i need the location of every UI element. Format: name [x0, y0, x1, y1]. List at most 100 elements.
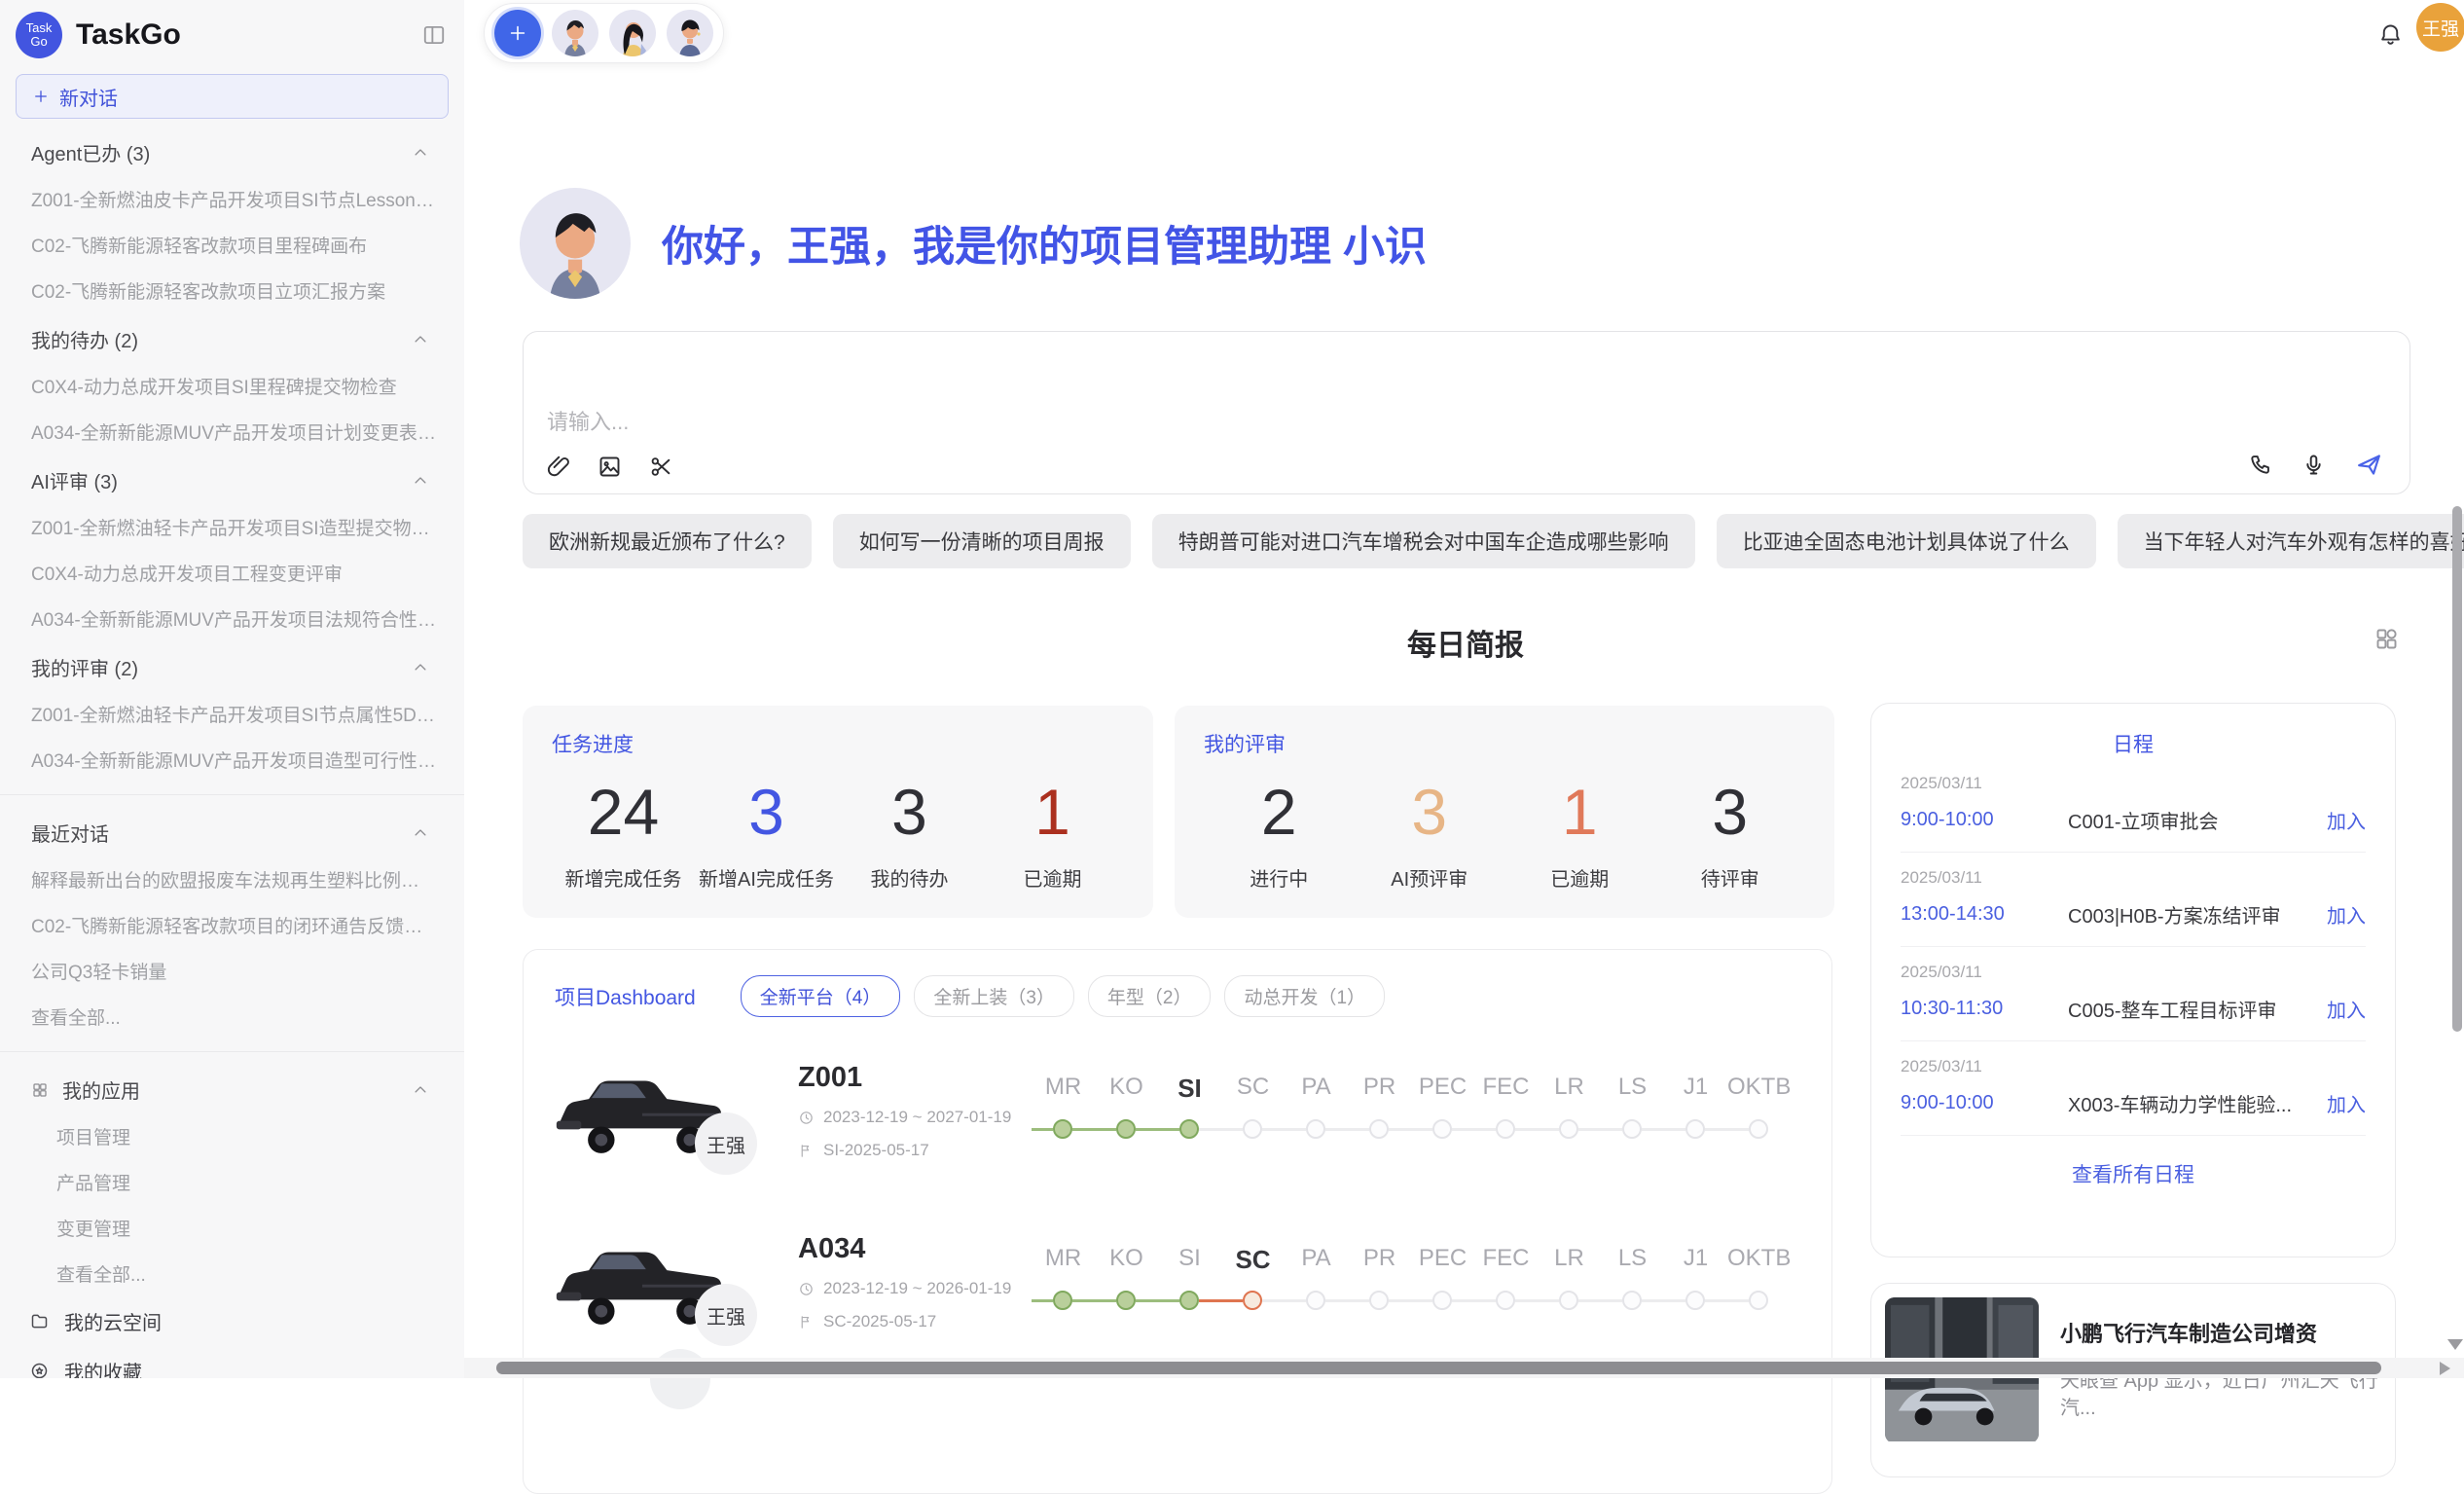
schedule-row: 9:00-10:00X003-车辆动力学性能验...加入 [1901, 1089, 2366, 1117]
recent-chat-item[interactable]: C02-飞腾新能源轻客改款项目的闭环通告反馈情况 [0, 902, 464, 948]
vertical-scrollbar-thumb[interactable] [2452, 506, 2462, 1032]
paperclip-icon[interactable] [545, 454, 571, 480]
scissors-icon[interactable] [648, 454, 674, 480]
project-node-text: SC-2025-05-17 [823, 1312, 936, 1331]
sidebar-section-header[interactable]: AI评审 (3) [0, 455, 464, 504]
milestone-label: KO [1095, 1245, 1158, 1275]
add-agent-button[interactable] [494, 10, 541, 56]
milestone-labels: MRKOSISCPAPRPECFECLRLSJ1OKTB [1032, 1074, 1800, 1104]
horizontal-scrollbar-thumb[interactable] [496, 1362, 2381, 1374]
sidebar-task-item[interactable]: A034-全新新能源MUV产品开发项目法规符合性评审 [0, 596, 464, 641]
apps-view-all-link[interactable]: 查看全部... [0, 1251, 464, 1296]
briefing-card: 我的评审2进行中3AI预评审1已逾期3待评审 [1175, 706, 1834, 918]
stat-label: 已逾期 [981, 863, 1124, 892]
suggestion-chip[interactable]: 欧洲新规最近颁布了什么? [523, 514, 812, 568]
milestone-dot [1432, 1291, 1452, 1310]
milestone-connector [1642, 1299, 1685, 1302]
schedule-join-link[interactable]: 加入 [2327, 995, 2366, 1023]
agent-avatar-3[interactable] [667, 10, 713, 56]
schedule-item: 2025/03/1110:30-11:30C005-整车工程目标评审加入 [1901, 947, 2366, 1041]
dashboard-filter-chip[interactable]: 全新平台（4） [741, 975, 901, 1017]
milestone-dot [1179, 1119, 1199, 1139]
app-item[interactable]: 变更管理 [0, 1205, 464, 1251]
suggestion-chip[interactable]: 当下年轻人对汽车外观有怎样的喜好趋势 [2118, 514, 2464, 568]
milestone-dot [1179, 1291, 1199, 1310]
milestone-connector [1136, 1128, 1179, 1131]
project-dates: 2023-12-19 ~ 2027-01-19 [798, 1108, 1032, 1127]
dashboard-filter-chip[interactable]: 全新上装（3） [914, 975, 1074, 1017]
schedule-join-link[interactable]: 加入 [2327, 806, 2366, 834]
stat-value: 3 [695, 776, 838, 848]
schedule-event-title: X003-车辆动力学性能验... [2068, 1089, 2327, 1117]
medal-icon [29, 1361, 50, 1378]
schedule-view-all-link[interactable]: 查看所有日程 [1901, 1159, 2366, 1188]
stat-label: 已逾期 [1504, 863, 1655, 892]
dashboard-filter-chip[interactable]: 动总开发（1） [1224, 975, 1385, 1017]
sidebar-item-folder[interactable]: 我的云空间 [0, 1296, 464, 1346]
sidebar-item-label: 我的收藏 [64, 1357, 142, 1378]
app-logo: Task Go [16, 12, 62, 58]
image-icon[interactable] [597, 454, 623, 480]
dashboard-filters: 全新平台（4） 全新上装（3） 年型（2） 动总开发（1） [741, 975, 1385, 1017]
sidebar-section-header[interactable]: 我的待办 (2) [0, 313, 464, 363]
agent-avatar-1[interactable] [552, 10, 598, 56]
schedule-item: 2025/03/1113:00-14:30C003|H0B-方案冻结评审加入 [1901, 853, 2366, 947]
dashboard-filter-chip[interactable]: 年型（2） [1088, 975, 1212, 1017]
sidebar-section-header[interactable]: 我的应用 [0, 1064, 464, 1113]
milestone-connector [1578, 1299, 1622, 1302]
send-icon[interactable] [2354, 450, 2384, 480]
schedule-card: 日程 2025/03/119:00-10:00C001-立项审批会加入2025/… [1870, 703, 2396, 1257]
milestone-connector [1072, 1299, 1116, 1302]
app-item[interactable]: 项目管理 [0, 1113, 464, 1159]
sidebar-task-item[interactable]: C02-飞腾新能源轻客改款项目里程碑画布 [0, 222, 464, 268]
chevron-up-icon [412, 144, 429, 162]
scroll-right-arrow[interactable] [2440, 1362, 2450, 1375]
greeting-text: 你好，王强，我是你的项目管理助理 小识 [662, 213, 1427, 273]
chat-input[interactable]: 请输入... [523, 331, 2410, 494]
suggestion-chip[interactable]: 比亚迪全固态电池计划具体说了什么 [1717, 514, 2096, 568]
input-placeholder: 请输入... [547, 405, 629, 436]
sidebar-task-item[interactable]: C0X4-动力总成开发项目SI里程碑提交物检查 [0, 363, 464, 409]
schedule-item: 2025/03/119:00-10:00C001-立项审批会加入 [1901, 758, 2366, 853]
sidebar-section-header[interactable]: 最近对话 [0, 807, 464, 856]
agent-avatar-2[interactable] [609, 10, 656, 56]
milestone-label: PA [1285, 1074, 1348, 1104]
schedule-join-link[interactable]: 加入 [2327, 1089, 2366, 1117]
phone-icon[interactable] [2247, 452, 2273, 478]
stat-value: 3 [838, 776, 981, 848]
sidebar-task-item[interactable]: A034-全新新能源MUV产品开发项目计划变更表编写 [0, 409, 464, 455]
sidebar-section-header[interactable]: 我的评审 (2) [0, 641, 464, 691]
milestone-dot [1369, 1291, 1389, 1310]
schedule-row: 13:00-14:30C003|H0B-方案冻结评审加入 [1901, 900, 2366, 929]
sidebar-section-header[interactable]: Agent已办 (3) [0, 127, 464, 176]
recent-chat-item[interactable]: 解释最新出台的欧盟报废车法规再生塑料比例被调至15%... [0, 856, 464, 902]
notification-bell-icon[interactable] [2377, 21, 2404, 48]
app-title: TaskGo [76, 18, 181, 52]
sidebar-task-item[interactable]: Z001-全新燃油轻卡产品开发项目SI造型提交物评审 [0, 504, 464, 550]
suggestion-chip[interactable]: 如何写一份清晰的项目周报 [833, 514, 1131, 568]
milestone-label: SC [1221, 1245, 1285, 1275]
sidebar-task-item[interactable]: Z001-全新燃油轻卡产品开发项目SI节点属性5D文件评审 [0, 691, 464, 737]
microphone-icon[interactable] [2301, 452, 2327, 478]
suggestion-chip[interactable]: 特朗普可能对进口汽车增税会对中国车企造成哪些影响 [1152, 514, 1695, 568]
sidebar-item-medal[interactable]: 我的收藏 [0, 1346, 464, 1378]
sidebar-task-item[interactable]: Z001-全新燃油皮卡产品开发项目SI节点Lesson Learn报告 [0, 176, 464, 222]
sidebar-task-item[interactable]: C0X4-动力总成开发项目工程变更评审 [0, 550, 464, 596]
app-item[interactable]: 产品管理 [0, 1159, 464, 1205]
milestone-label: PR [1348, 1074, 1411, 1104]
scroll-down-arrow[interactable] [2447, 1339, 2463, 1350]
layout-grid-icon[interactable] [2373, 626, 2400, 652]
schedule-join-link[interactable]: 加入 [2327, 900, 2366, 929]
recent-chat-item[interactable]: 公司Q3轻卡销量 [0, 948, 464, 994]
new-chat-button[interactable]: 新对话 [16, 74, 449, 119]
milestone-label: J1 [1664, 1074, 1727, 1104]
flag-icon [798, 1143, 815, 1159]
sidebar-task-item[interactable]: C02-飞腾新能源轻客改款项目立项汇报方案 [0, 268, 464, 313]
milestone-label: LR [1538, 1074, 1601, 1104]
recent-view-all-link[interactable]: 查看全部... [0, 994, 464, 1039]
stat-block: 1 已逾期 [981, 776, 1124, 892]
stat-value: 1 [981, 776, 1124, 848]
news-card[interactable]: 小鹏飞行汽车制造公司增资 天眼查 App 显示，近日广州汇天飞行汽... [1870, 1283, 2396, 1477]
sidebar-collapse-icon[interactable] [421, 22, 447, 48]
sidebar-task-item[interactable]: A034-全新新能源MUV产品开发项目造型可行性评审 [0, 737, 464, 783]
